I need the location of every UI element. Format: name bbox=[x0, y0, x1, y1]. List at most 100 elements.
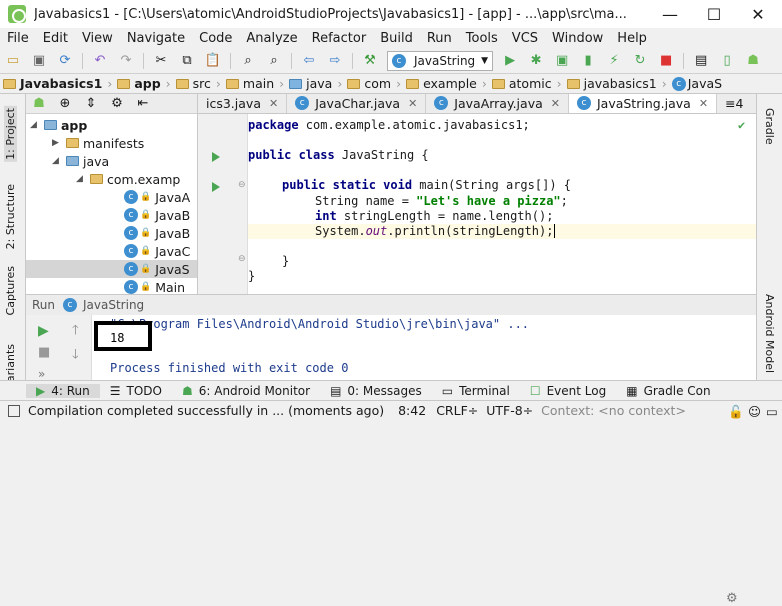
event-icon[interactable]: ▭ bbox=[766, 404, 778, 419]
gear-icon[interactable]: ⚙ bbox=[726, 591, 738, 606]
menu-code[interactable]: Code bbox=[192, 31, 239, 46]
tree-node-class-selected[interactable]: c 🔒 JavaS bbox=[26, 260, 197, 278]
breadcrumb-item[interactable]: example bbox=[403, 76, 480, 91]
tool-window-toggle-icon[interactable] bbox=[8, 404, 20, 417]
close-button[interactable]: ✕ bbox=[736, 0, 780, 28]
editor-tab[interactable]: ics3.java ✕ bbox=[198, 94, 288, 113]
more-icon[interactable]: » bbox=[38, 367, 45, 381]
captures-tool-tab[interactable]: Captures bbox=[4, 266, 17, 315]
menu-edit[interactable]: Edit bbox=[36, 31, 75, 46]
gradle-tool-tab[interactable]: Gradle bbox=[763, 108, 776, 145]
caret-position[interactable]: 8:42 bbox=[398, 403, 426, 418]
menu-view[interactable]: View bbox=[75, 31, 120, 46]
menu-build[interactable]: Build bbox=[373, 31, 420, 46]
open-folder-icon[interactable]: ▭ bbox=[4, 53, 22, 69]
line-separator[interactable]: CRLF÷ bbox=[436, 403, 478, 418]
menu-analyze[interactable]: Analyze bbox=[239, 31, 304, 46]
close-icon[interactable]: ✕ bbox=[408, 97, 417, 110]
debug-icon[interactable]: ✱ bbox=[527, 53, 545, 69]
fold-icon[interactable]: ⊖ bbox=[238, 254, 246, 264]
code-editor[interactable]: package com.example.atomic.javabasics1; … bbox=[248, 114, 756, 294]
fold-icon[interactable]: ⊖ bbox=[238, 180, 246, 190]
coverage-icon[interactable]: ▣ bbox=[553, 53, 571, 69]
tree-node-app[interactable]: ◢ app bbox=[30, 116, 87, 134]
menu-tools[interactable]: Tools bbox=[459, 31, 505, 46]
structure-tool-tab[interactable]: 2: Structure bbox=[4, 184, 17, 249]
tree-node-class[interactable]: c 🔒 JavaC bbox=[124, 242, 190, 260]
find-icon[interactable]: ⌕ bbox=[239, 53, 257, 69]
tree-node-package[interactable]: ◢ com.examp bbox=[76, 170, 180, 188]
down-arrow-icon[interactable]: 🡓 bbox=[72, 345, 79, 367]
editor-tab-active[interactable]: c JavaString.java ✕ bbox=[568, 94, 718, 113]
rerun-icon[interactable]: ▶ bbox=[38, 323, 49, 339]
up-arrow-icon[interactable]: 🡑 bbox=[72, 321, 79, 343]
close-icon[interactable]: ✕ bbox=[699, 97, 708, 110]
hide-panel-icon[interactable]: ⇤ bbox=[134, 96, 152, 112]
close-icon[interactable]: ✕ bbox=[269, 97, 278, 110]
tree-node-class[interactable]: c 🔒 JavaB bbox=[124, 206, 190, 224]
gear-icon[interactable]: ⚙ bbox=[108, 96, 126, 112]
inspector-icon[interactable]: ☺ bbox=[748, 404, 761, 419]
menu-window[interactable]: Window bbox=[545, 31, 610, 46]
tab-messages[interactable]: ▤ 0: Messages bbox=[320, 384, 432, 398]
breadcrumb-item[interactable]: src bbox=[173, 76, 214, 91]
tab-terminal[interactable]: ▭ Terminal bbox=[432, 384, 520, 398]
lock-icon[interactable]: 🔓 bbox=[728, 404, 744, 420]
run-main-gutter-icon[interactable] bbox=[212, 182, 220, 192]
editor-tab[interactable]: c JavaArray.java ✕ bbox=[426, 94, 569, 113]
save-icon[interactable]: ▣ bbox=[30, 53, 48, 69]
editor-tab[interactable]: c JavaChar.java ✕ bbox=[287, 94, 427, 113]
breadcrumb-item[interactable]: app bbox=[114, 76, 163, 91]
android-model-tool-tab[interactable]: Android Model bbox=[763, 294, 776, 373]
android-icon[interactable]: ☗ bbox=[744, 53, 762, 69]
tree-node-java[interactable]: ◢ java bbox=[52, 152, 109, 170]
forward-icon[interactable]: ⇨ bbox=[326, 53, 344, 69]
sdk-manager-icon[interactable]: ▤ bbox=[692, 53, 710, 69]
scroll-from-source-icon[interactable]: ⊕ bbox=[56, 96, 74, 112]
cut-icon[interactable]: ✂ bbox=[152, 53, 170, 69]
run-config-select[interactable]: c JavaString ▼ bbox=[387, 50, 494, 71]
undo-icon[interactable]: ↶ bbox=[91, 53, 109, 69]
breadcrumb-item[interactable]: Javabasics1 bbox=[0, 76, 105, 91]
maximize-button[interactable]: ☐ bbox=[692, 0, 736, 28]
context-indicator[interactable]: Context: <no context> bbox=[541, 403, 686, 418]
tree-node-manifests[interactable]: ▶ manifests bbox=[52, 134, 144, 152]
tree-node-class[interactable]: c 🔒 JavaB bbox=[124, 224, 190, 242]
close-icon[interactable]: ✕ bbox=[551, 97, 560, 110]
menu-help[interactable]: Help bbox=[610, 31, 654, 46]
stop-icon[interactable]: ■ bbox=[38, 345, 50, 360]
replace-icon[interactable]: ⌕ bbox=[265, 53, 283, 69]
tab-run[interactable]: ▶ 4: Run bbox=[26, 383, 100, 398]
breadcrumb-item[interactable]: main bbox=[223, 76, 277, 91]
project-tool-tab[interactable]: 1: Project bbox=[4, 106, 17, 162]
redo-icon[interactable]: ↷ bbox=[117, 53, 135, 69]
make-project-icon[interactable]: ⚒ bbox=[361, 53, 379, 69]
android-icon[interactable]: ☗ bbox=[30, 96, 48, 112]
menu-navigate[interactable]: Navigate bbox=[120, 31, 192, 46]
apply-changes-icon[interactable]: ↻ bbox=[631, 53, 649, 69]
menu-run[interactable]: Run bbox=[420, 31, 459, 46]
file-encoding[interactable]: UTF-8÷ bbox=[486, 403, 533, 418]
tab-event-log[interactable]: ☐ Event Log bbox=[520, 384, 616, 398]
paste-icon[interactable]: 📋 bbox=[204, 53, 222, 69]
minimize-button[interactable]: — bbox=[648, 0, 692, 28]
stop-icon[interactable]: ■ bbox=[657, 53, 675, 69]
breadcrumb-item[interactable]: javabasics1 bbox=[564, 76, 660, 91]
breadcrumb-item[interactable]: java bbox=[286, 76, 335, 91]
collapse-icon[interactable]: ⇕ bbox=[82, 96, 100, 112]
back-icon[interactable]: ⇦ bbox=[300, 53, 318, 69]
menu-refactor[interactable]: Refactor bbox=[305, 31, 374, 46]
sync-icon[interactable]: ⟳ bbox=[56, 53, 74, 69]
instant-run-icon[interactable]: ⚡ bbox=[605, 53, 623, 69]
avd-manager-icon[interactable]: ▯ bbox=[718, 53, 736, 69]
breadcrumb-item[interactable]: c JavaS bbox=[669, 76, 725, 91]
breadcrumb-item[interactable]: atomic bbox=[489, 76, 555, 91]
tree-node-class[interactable]: c 🔒 JavaA bbox=[124, 188, 190, 206]
menu-vcs[interactable]: VCS bbox=[505, 31, 545, 46]
tab-gradle-console[interactable]: ▦ Gradle Con bbox=[616, 384, 720, 398]
run-class-gutter-icon[interactable] bbox=[212, 152, 220, 162]
tab-todo[interactable]: ☰ TODO bbox=[100, 384, 172, 398]
copy-icon[interactable]: ⧉ bbox=[178, 53, 196, 69]
tab-overflow-button[interactable]: ≡4 bbox=[717, 94, 751, 113]
breadcrumb-item[interactable]: com bbox=[344, 76, 394, 91]
